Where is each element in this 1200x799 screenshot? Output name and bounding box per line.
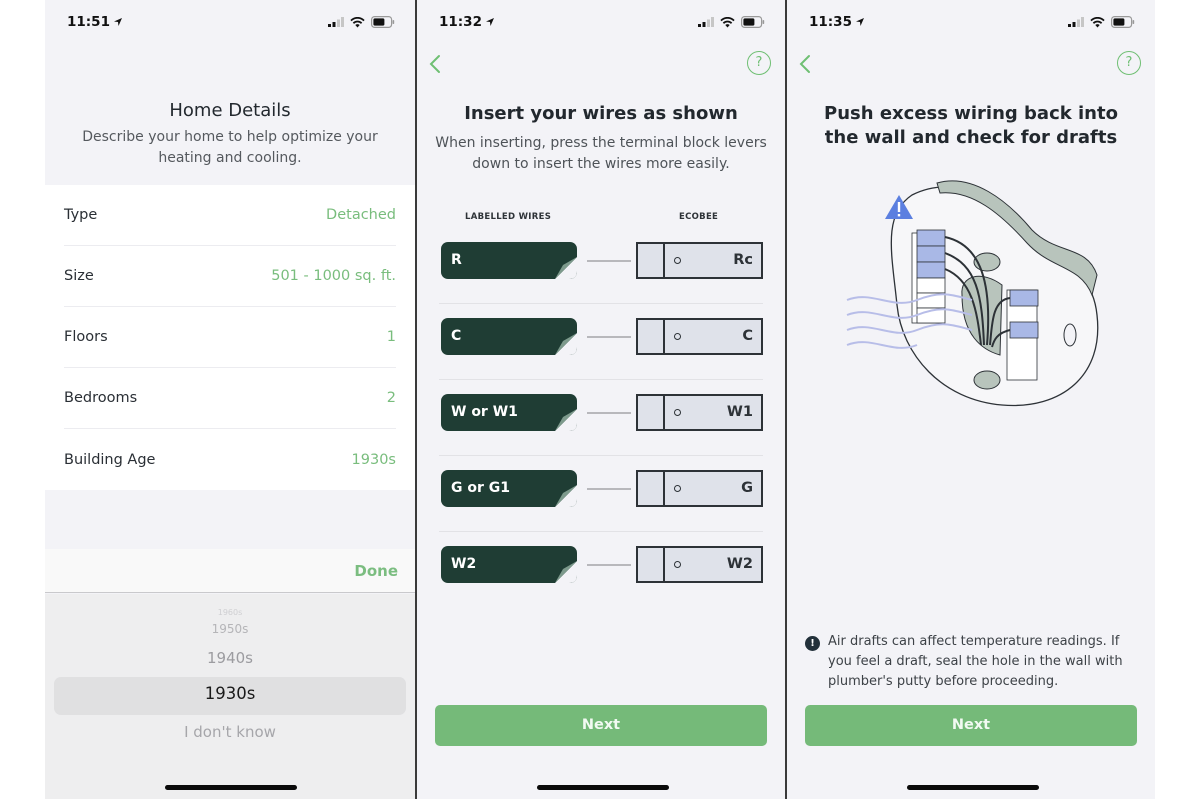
detail-label: Type (64, 207, 98, 223)
status-time: 11:32 (439, 14, 482, 30)
status-time: 11:35 (809, 14, 852, 30)
wire-label-tag: C (441, 318, 577, 355)
status-time: 11:51 (67, 14, 110, 30)
draft-warning-note: ! Air drafts can affect temperature read… (805, 632, 1141, 692)
page-subtitle: When inserting, press the terminal block… (435, 135, 767, 172)
insert-wires-screen: 11:32 ? Insert your wires as shown When … (415, 0, 785, 799)
ecobee-terminal: W1 (636, 394, 763, 431)
wire-label-tag: W or W1 (441, 394, 577, 431)
detail-row-building-age[interactable]: Building Age 1930s (64, 429, 396, 490)
wall-plate-draft-illustration (846, 180, 1099, 407)
wire-mapping-list: R Rc C C W or W1 W1 G or G1 G W2 W2 (439, 228, 763, 608)
connector-line (587, 564, 631, 566)
detail-row-type[interactable]: Type Detached (64, 185, 396, 246)
next-button[interactable]: Next (435, 705, 767, 746)
terminal-hole-icon (674, 333, 681, 340)
home-details-list: Type Detached Size 501 - 1000 sq. ft. Fl… (45, 185, 415, 490)
terminal-hole-icon (674, 257, 681, 264)
tag-fold-corner (555, 257, 577, 279)
picker-option[interactable]: I don't know (45, 723, 415, 741)
status-bar: 11:51 (67, 12, 395, 32)
tag-fold-corner (555, 333, 577, 355)
terminal-hole-icon (674, 561, 681, 568)
note-text: Air drafts can affect temperature readin… (828, 634, 1123, 689)
wire-row: G or G1 G (439, 456, 763, 532)
cellular-signal-icon (1068, 17, 1084, 27)
page-title: Home Details (169, 100, 291, 121)
picker-toolbar: Done (45, 549, 415, 593)
building-age-picker[interactable]: 1960s 1950s 1940s 1930s I don't know (45, 594, 415, 799)
picker-option-selected[interactable]: 1930s (45, 684, 415, 703)
page-title: Push excess wiring back into the wall an… (824, 103, 1118, 148)
wire-label-tag: W2 (441, 546, 577, 583)
wire-row: W2 W2 (439, 532, 763, 608)
detail-row-bedrooms[interactable]: Bedrooms 2 (64, 368, 396, 429)
cellular-signal-icon (328, 17, 344, 27)
page-title: Insert your wires as shown (464, 103, 738, 124)
ecobee-terminal: W2 (636, 546, 763, 583)
help-button[interactable]: ? (747, 51, 771, 75)
done-button[interactable]: Done (354, 562, 398, 580)
battery-icon (741, 16, 765, 28)
detail-label: Building Age (64, 451, 156, 468)
wire-row: W or W1 W1 (439, 380, 763, 456)
location-arrow-icon (855, 18, 864, 26)
wire-row: C C (439, 304, 763, 380)
home-indicator[interactable] (907, 785, 1039, 790)
ecobee-terminal: G (636, 470, 763, 507)
detail-label: Bedrooms (64, 390, 138, 406)
picker-option[interactable]: 1950s (45, 622, 415, 636)
detail-value: 1930s (351, 451, 396, 468)
detail-value: 2 (386, 390, 396, 406)
detail-value: Detached (326, 207, 396, 223)
column-header-ecobee: ECOBEE (679, 212, 719, 222)
detail-value: 1 (386, 329, 396, 345)
status-bar: 11:35 (809, 12, 1135, 32)
wire-label-tag: G or G1 (441, 470, 577, 507)
picker-option[interactable]: 1940s (45, 649, 415, 667)
terminal-hole-icon (674, 485, 681, 492)
wifi-icon (1090, 16, 1105, 27)
back-chevron-icon[interactable] (425, 52, 447, 76)
status-bar: 11:32 (439, 12, 765, 32)
tag-fold-corner (555, 485, 577, 507)
column-header-labelled-wires: LABELLED WIRES (465, 212, 552, 222)
home-indicator[interactable] (165, 785, 297, 790)
wire-label-tag: R (441, 242, 577, 279)
detail-value: 501 - 1000 sq. ft. (271, 268, 396, 284)
connector-line (587, 260, 631, 262)
back-chevron-icon[interactable] (795, 52, 817, 76)
wire-row: R Rc (439, 228, 763, 304)
cellular-signal-icon (698, 17, 714, 27)
battery-icon (1111, 16, 1135, 28)
picker-option[interactable]: 1960s (45, 608, 415, 617)
wifi-icon (350, 16, 365, 27)
check-drafts-screen: 11:35 ? Push excess wiring back into the… (785, 0, 1155, 799)
help-button[interactable]: ? (1117, 51, 1141, 75)
tag-fold-corner (555, 409, 577, 431)
location-arrow-icon (485, 18, 494, 26)
connector-line (587, 336, 631, 338)
location-arrow-icon (113, 18, 122, 26)
next-button[interactable]: Next (805, 705, 1137, 746)
ecobee-terminal: Rc (636, 242, 763, 279)
terminal-hole-icon (674, 409, 681, 416)
detail-row-size[interactable]: Size 501 - 1000 sq. ft. (64, 246, 396, 307)
detail-label: Size (64, 268, 94, 284)
battery-icon (371, 16, 395, 28)
tag-fold-corner (555, 561, 577, 583)
home-indicator[interactable] (537, 785, 669, 790)
connector-line (587, 488, 631, 490)
connector-line (587, 412, 631, 414)
page-subtitle: Describe your home to help optimize your… (82, 129, 378, 166)
help-icon: ? (755, 55, 763, 70)
wifi-icon (720, 16, 735, 27)
detail-row-floors[interactable]: Floors 1 (64, 307, 396, 368)
home-details-screen: 11:51 Home Details Describe your home to… (45, 0, 415, 799)
help-icon: ? (1125, 55, 1133, 70)
ecobee-terminal: C (636, 318, 763, 355)
info-icon: ! (805, 636, 820, 651)
detail-label: Floors (64, 329, 108, 345)
